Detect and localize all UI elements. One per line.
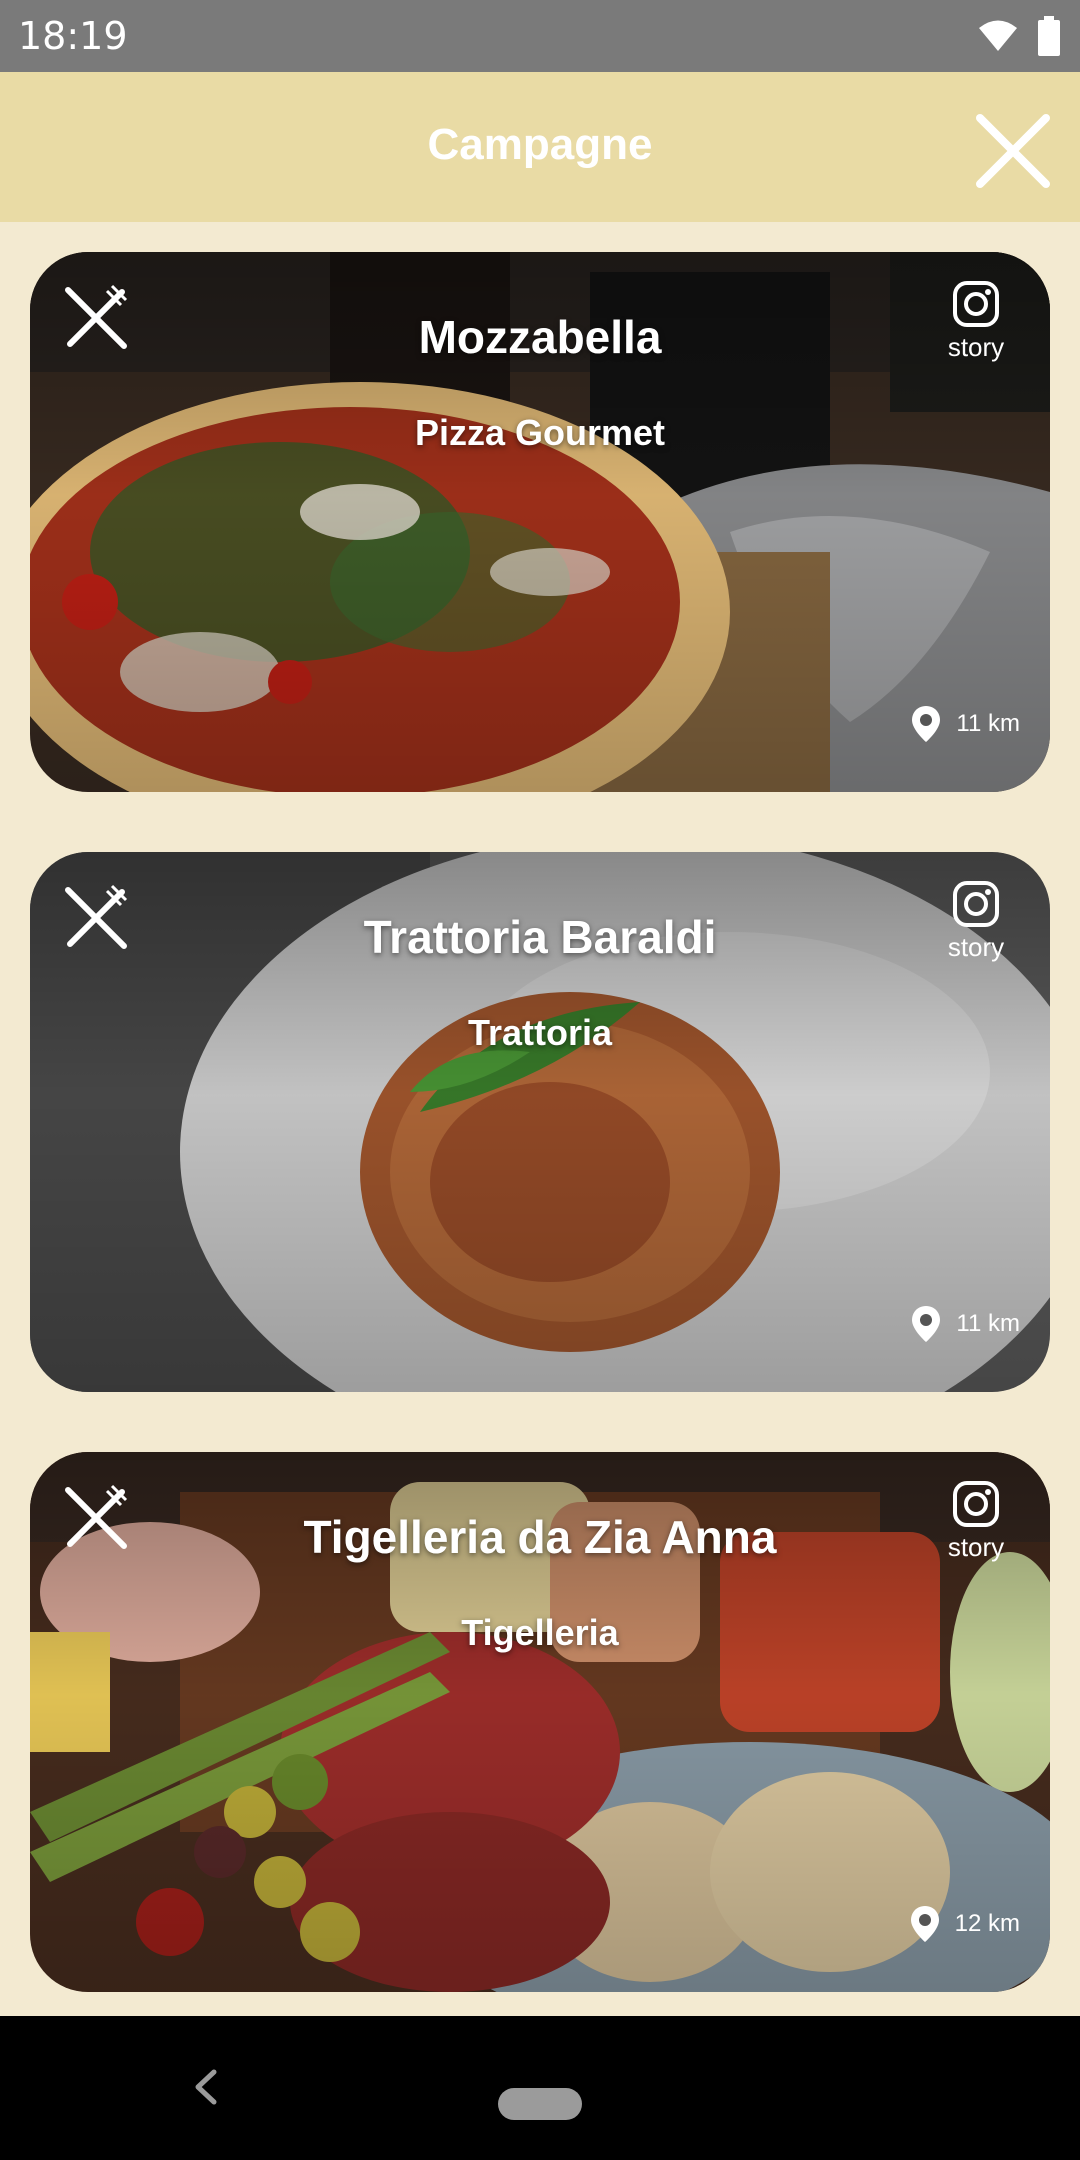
location-pin-icon <box>910 1906 939 1942</box>
status-time: 18:19 <box>18 14 128 58</box>
restaurant-name: Tigelleria da Zia Anna <box>303 1511 777 1563</box>
restaurant-card[interactable]: Tigelleria da Zia Anna Tigelleria story … <box>30 1452 1050 1992</box>
story-button[interactable]: story <box>936 280 1016 363</box>
wifi-icon <box>979 20 1017 51</box>
story-label: story <box>947 932 1005 962</box>
status-icons <box>978 14 1060 58</box>
restaurant-name: Trattoria Baraldi <box>363 911 717 963</box>
distance-info: 12 km <box>909 1904 1020 1944</box>
distance-info: 11 km <box>910 704 1020 744</box>
location-pin-icon <box>912 1306 941 1342</box>
restaurant-card[interactable]: Trattoria Baraldi Trattoria story 11 km <box>30 852 1050 1392</box>
close-icon[interactable] <box>974 112 1052 190</box>
navigation-bar <box>0 2016 1080 2160</box>
story-button[interactable]: story <box>936 880 1016 963</box>
app-header: Campagne <box>0 72 1080 222</box>
instagram-icon <box>953 881 999 927</box>
restaurant-card[interactable]: Mozzabella Pizza Gourmet story 11 km <box>30 252 1050 792</box>
distance-label: 12 km <box>954 1910 1020 1937</box>
back-icon[interactable] <box>186 2062 226 2112</box>
distance-info: 11 km <box>910 1304 1020 1344</box>
restaurant-category: Trattoria <box>467 1012 613 1053</box>
story-label: story <box>947 332 1005 362</box>
instagram-icon <box>953 281 999 327</box>
story-label: story <box>947 1532 1005 1562</box>
restaurant-category: Tigelleria <box>461 1612 619 1653</box>
location-pin-icon <box>912 706 941 742</box>
distance-label: 11 km <box>956 710 1020 737</box>
battery-icon <box>1038 16 1060 56</box>
restaurant-category: Pizza Gourmet <box>414 412 666 453</box>
restaurant-name: Mozzabella <box>418 311 662 363</box>
instagram-icon <box>953 1481 999 1527</box>
page-title: Campagne <box>427 120 653 169</box>
story-button[interactable]: story <box>936 1480 1016 1563</box>
status-bar: 18:19 <box>0 0 1080 72</box>
distance-label: 11 km <box>956 1310 1020 1337</box>
home-pill[interactable] <box>498 2088 582 2120</box>
